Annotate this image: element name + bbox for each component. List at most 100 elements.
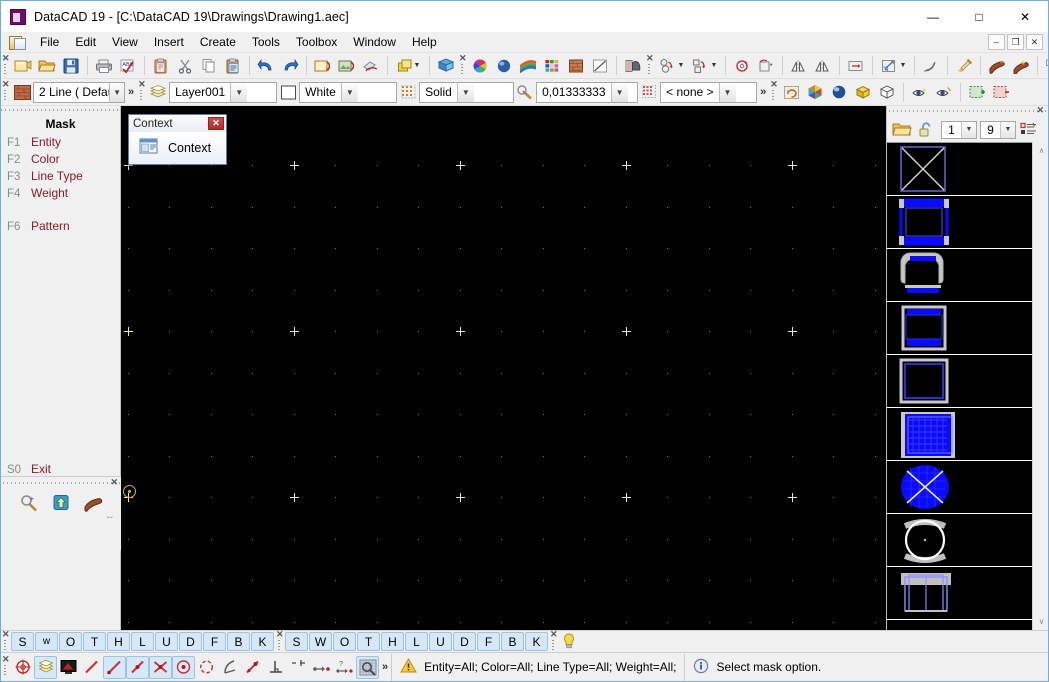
snap-key-s2[interactable]: S: [285, 632, 308, 651]
snap-key-l1[interactable]: L: [131, 632, 154, 651]
save-icon[interactable]: [59, 54, 83, 77]
undo-icon[interactable]: [254, 54, 278, 77]
hatch-snap-icon[interactable]: [356, 656, 379, 679]
lightbulb-icon[interactable]: [559, 633, 579, 650]
snap-key-k1[interactable]: K: [251, 632, 274, 651]
menu-item-tools[interactable]: Tools: [244, 32, 288, 52]
snap-bar-grip-1[interactable]: ✕: [1, 630, 10, 654]
snap-key-w1[interactable]: w: [35, 632, 58, 651]
mask-menu-item-line-type[interactable]: F3 Line Type: [1, 168, 120, 185]
mask-menu-item-pattern[interactable]: F6 Pattern: [1, 218, 120, 235]
copy-icon[interactable]: [197, 54, 221, 77]
chevron-down-icon[interactable]: ▼: [230, 83, 247, 102]
export-image-icon[interactable]: [335, 54, 359, 77]
unknown-snap-icon[interactable]: ?: [333, 656, 356, 679]
symbol-panel-grip[interactable]: ✕: [887, 106, 1048, 117]
mdi-minimize-button[interactable]: –: [988, 34, 1005, 50]
refresh-icon[interactable]: [779, 81, 803, 104]
line-style-combo[interactable]: 2 Line ( Defau ▼: [33, 82, 125, 103]
chevron-down-icon[interactable]: ▼: [961, 122, 976, 138]
settings-toolbar-overflow[interactable]: »: [757, 86, 769, 98]
print-icon[interactable]: [92, 54, 116, 77]
zoom-up-icon[interactable]: [50, 493, 72, 513]
import-drawing-icon[interactable]: [311, 54, 335, 77]
open-symbol-folder-icon[interactable]: [891, 120, 913, 140]
snap-key-h1[interactable]: H: [107, 632, 130, 651]
mask-menu-item-entity[interactable]: F1 Entity: [1, 134, 120, 151]
close-button[interactable]: ✕: [1002, 1, 1048, 32]
toolbar-grip-3[interactable]: ✕: [645, 54, 654, 78]
mirror-icon[interactable]: [787, 54, 811, 77]
symbol-armchair-gray[interactable]: [887, 249, 1032, 302]
symbol-bed-double-blue[interactable]: [887, 196, 1032, 249]
stretch-icon[interactable]: [754, 54, 778, 77]
point-to-point-snap-icon[interactable]: [310, 656, 333, 679]
endpoint-snap-icon[interactable]: [103, 656, 126, 679]
snap-tools-grip[interactable]: ✕: [1, 655, 10, 679]
screen-snap-icon[interactable]: [57, 656, 80, 679]
chevron-down-icon[interactable]: ▼: [1000, 122, 1015, 138]
mask-menu-item-weight[interactable]: F4 Weight: [1, 185, 120, 202]
linetype-icon[interactable]: [588, 54, 612, 77]
rectangle-tool-icon[interactable]: ▼: [688, 54, 721, 77]
copy-entity-icon[interactable]: [1042, 54, 1049, 77]
unlock-icon[interactable]: [916, 120, 938, 140]
drawing-canvas[interactable]: Context ✕ Context: [121, 106, 886, 630]
hide-icon[interactable]: [932, 81, 956, 104]
palette-icon[interactable]: [540, 54, 564, 77]
move-icon[interactable]: [844, 54, 868, 77]
open-folder-icon[interactable]: [35, 54, 59, 77]
color-swatch-white[interactable]: [277, 83, 299, 102]
cut-scissors-icon[interactable]: [173, 54, 197, 77]
symbol-list-scrollbar[interactable]: ∧ ∨: [1032, 142, 1049, 630]
rotate-icon[interactable]: [730, 54, 754, 77]
snap-key-w2[interactable]: W: [309, 632, 332, 651]
new-drawing-icon[interactable]: [11, 54, 35, 77]
snap-key-l2[interactable]: L: [405, 632, 428, 651]
color-combo[interactable]: White ▼: [299, 82, 397, 103]
sphere-shade-icon[interactable]: [492, 54, 516, 77]
mdi-close-button[interactable]: ✕: [1026, 34, 1043, 50]
symbol-sofa-blue-top[interactable]: [887, 302, 1032, 355]
snap-key-t1[interactable]: T: [83, 632, 106, 651]
context-floating-window[interactable]: Context ✕ Context: [128, 114, 227, 165]
mdi-maximize-button[interactable]: ❐: [1007, 34, 1024, 50]
chevron-down-icon[interactable]: ▼: [109, 83, 124, 102]
mirror-copy-icon[interactable]: [811, 54, 835, 77]
color-wheel-icon[interactable]: [468, 54, 492, 77]
symbol-count-stepper[interactable]: 9 ▼: [980, 121, 1016, 139]
snap-key-b2[interactable]: B: [501, 632, 524, 651]
maximize-button[interactable]: □: [956, 1, 1002, 32]
symbol-filled-grid-bed[interactable]: [887, 408, 1032, 461]
layer-combo[interactable]: Layer001 ▼: [169, 82, 277, 103]
snap-key-h2[interactable]: H: [381, 632, 404, 651]
zoom-palette-close-icon[interactable]: ✕: [110, 477, 118, 488]
midpoint-snap-icon[interactable]: [126, 656, 149, 679]
layer-snap-icon[interactable]: [34, 656, 57, 679]
snap-tools-overflow[interactable]: »: [379, 661, 391, 673]
eraser-magic-icon[interactable]: [1009, 54, 1033, 77]
linetype-combo[interactable]: Solid ▼: [419, 82, 514, 103]
hatch-combo[interactable]: < none > ▼: [660, 82, 757, 103]
snap-key-o1[interactable]: O: [59, 632, 82, 651]
menu-item-view[interactable]: View: [104, 32, 146, 52]
clipboard-paste-icon[interactable]: [149, 54, 173, 77]
3d-cube-yellow-icon[interactable]: [851, 81, 875, 104]
symbol-table-x-brace[interactable]: [887, 143, 1032, 196]
reference-file-icon[interactable]: [434, 54, 458, 77]
rgb-color-icon[interactable]: [803, 81, 827, 104]
chevron-down-icon[interactable]: ▼: [719, 83, 736, 102]
ellipse-tool-icon[interactable]: ▼: [655, 54, 688, 77]
chevron-down-icon[interactable]: ▼: [341, 83, 358, 102]
symbol-page-stepper[interactable]: 1 ▼: [941, 121, 977, 139]
paste-icon[interactable]: [221, 54, 245, 77]
deselect-area-icon[interactable]: [989, 81, 1013, 104]
render-sphere-icon[interactable]: [827, 81, 851, 104]
toolbar-grip[interactable]: ✕: [1, 54, 10, 78]
scroll-down-arrow-icon[interactable]: ∨: [1033, 613, 1049, 630]
center-snap-icon[interactable]: [172, 656, 195, 679]
zoom-in-icon[interactable]: [18, 493, 40, 513]
snap-bar-grip-3[interactable]: ✕: [549, 630, 558, 654]
menu-item-file[interactable]: File: [32, 32, 67, 52]
menu-item-edit[interactable]: Edit: [67, 32, 104, 52]
